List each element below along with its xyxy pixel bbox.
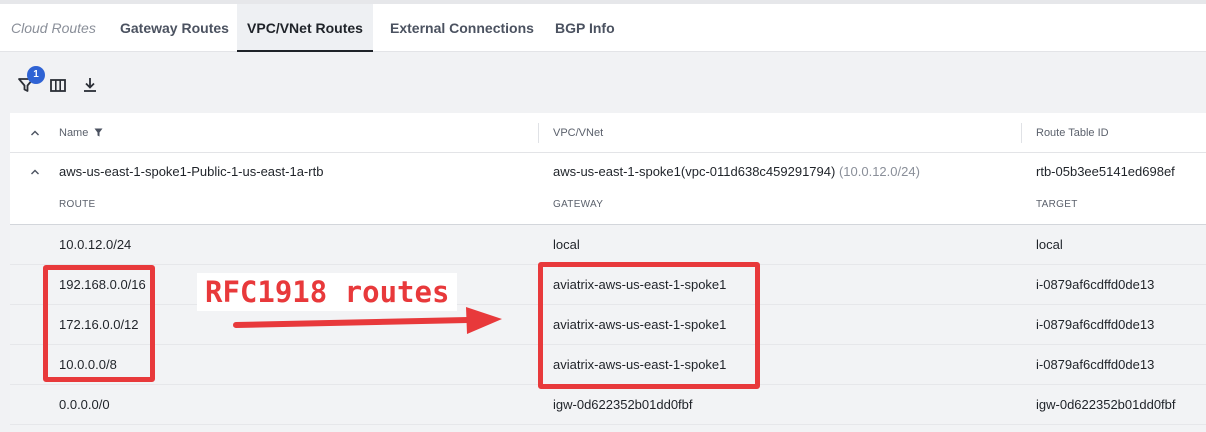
next-row-edge — [10, 425, 1206, 432]
route-target: i-0879af6cdffd0de13 — [1036, 357, 1155, 372]
tab-external-connections[interactable]: External Connections — [390, 4, 534, 52]
filter-count-badge: 1 — [27, 66, 45, 84]
rfc1918-routes-highlight — [43, 265, 155, 382]
table-header: Name VPC/VNet Route Table ID — [10, 113, 1206, 153]
tab-bgp-info[interactable]: BGP Info — [555, 4, 615, 52]
spoke-gateway-highlight — [538, 262, 760, 389]
route-table-id: rtb-05b3ee5141ed698ef — [1036, 164, 1175, 179]
tab-cloud-routes[interactable]: Cloud Routes — [11, 4, 96, 52]
tab-vpc-vnet-routes[interactable]: VPC/VNet Routes — [237, 4, 373, 52]
route-target: local — [1036, 237, 1063, 252]
route-gateway: local — [553, 237, 580, 252]
column-header-route-table-id[interactable]: Route Table ID — [1036, 113, 1109, 153]
route-gateway: igw-0d622352b01dd0fbf — [553, 397, 693, 412]
route-subheader: ROUTE GATEWAY TARGET — [10, 191, 1206, 221]
column-header-name[interactable]: Name — [59, 113, 103, 153]
annotation-label: RFC1918 routes — [197, 273, 458, 311]
route-target: igw-0d622352b01dd0fbf — [1036, 397, 1176, 412]
vpc-cidr: (10.0.12.0/24) — [838, 164, 920, 179]
download-button[interactable] — [81, 76, 99, 94]
columns-button[interactable] — [49, 76, 67, 94]
subheader-gateway: GATEWAY — [553, 199, 604, 210]
vpc-vnet-name: aws-us-east-1-spoke1(vpc-011d638c4592917… — [553, 164, 920, 179]
column-divider[interactable] — [1021, 123, 1022, 143]
route-table-group: aws-us-east-1-spoke1-Public-1-us-east-1a… — [10, 153, 1206, 225]
route-row: 0.0.0.0/0 igw-0d622352b01dd0fbf igw-0d62… — [10, 385, 1206, 425]
subheader-route: ROUTE — [59, 199, 96, 210]
download-icon — [84, 78, 96, 92]
subheader-target: TARGET — [1036, 199, 1078, 210]
tab-bar: Cloud Routes Gateway Routes VPC/VNet Rou… — [0, 4, 1206, 52]
route-target: i-0879af6cdffd0de13 — [1036, 317, 1155, 332]
tab-gateway-routes[interactable]: Gateway Routes — [120, 4, 229, 52]
column-divider[interactable] — [538, 123, 539, 143]
collapse-all-icon[interactable] — [30, 128, 40, 138]
table-toolbar: 1 — [0, 52, 1206, 113]
column-header-vpc-vnet[interactable]: VPC/VNet — [553, 113, 603, 153]
route-cidr: 10.0.12.0/24 — [59, 237, 132, 252]
columns-icon — [50, 79, 66, 92]
route-cidr: 0.0.0.0/0 — [59, 397, 110, 412]
route-table-group-row[interactable]: aws-us-east-1-spoke1-Public-1-us-east-1a… — [10, 153, 1206, 191]
column-filter-icon[interactable] — [94, 128, 103, 137]
collapse-group-icon[interactable] — [30, 167, 40, 177]
route-table-name: aws-us-east-1-spoke1-Public-1-us-east-1a… — [59, 164, 324, 179]
route-row: 10.0.12.0/24 local local — [10, 225, 1206, 265]
route-target: i-0879af6cdffd0de13 — [1036, 277, 1155, 292]
